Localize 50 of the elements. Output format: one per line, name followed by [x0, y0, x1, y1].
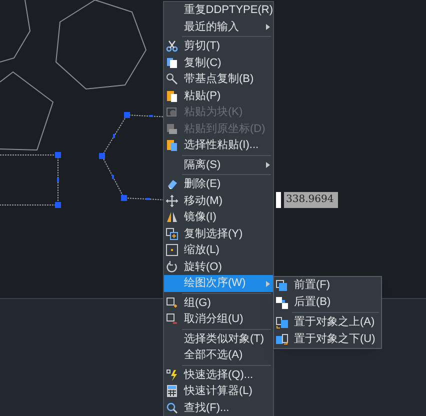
menu-item[interactable]: 删除(E) — [164, 176, 273, 192]
rotate-icon — [166, 260, 178, 273]
menu-item[interactable]: 后置(B) — [274, 294, 381, 311]
mirror-icon — [166, 211, 178, 224]
menu-item[interactable]: 带基点复制(B) — [164, 71, 273, 88]
copy-icon — [166, 56, 178, 69]
menu-item[interactable]: 快速计算器(L) — [164, 383, 273, 400]
menu-item[interactable]: 缩放(L) — [164, 242, 273, 258]
copy-selection-icon — [166, 228, 178, 240]
menu-item[interactable]: 粘贴(P) — [164, 88, 273, 104]
send-under-icon — [276, 334, 288, 346]
menu-item[interactable]: 置于对象之下(U) — [274, 331, 381, 348]
magnifier-icon — [166, 73, 178, 86]
menu-item[interactable]: 镜像(I) — [164, 209, 273, 226]
menu-item[interactable]: 复制(C) — [164, 54, 273, 71]
bring-to-front-icon — [276, 280, 288, 292]
menu-item[interactable]: 最近的输入 — [164, 18, 273, 35]
menu-item[interactable]: 快速选择(Q)... — [164, 366, 273, 383]
move-icon — [166, 194, 178, 207]
menu-item[interactable]: 查找(F)... — [164, 400, 273, 416]
menu-item[interactable]: 取消分组(U) — [164, 311, 273, 328]
ungroup-icon — [166, 313, 178, 326]
bring-above-icon — [276, 316, 288, 328]
menu-item[interactable]: 选择性粘贴(I)... — [164, 137, 273, 154]
dynamic-input-field[interactable]: 338.9694 — [284, 192, 338, 208]
menu-item[interactable]: 旋转(O) — [164, 258, 273, 275]
menu-item[interactable]: 组(G) — [164, 294, 273, 311]
search-icon — [166, 402, 178, 414]
polygon-outline — [0, 0, 31, 62]
scale-icon — [166, 244, 178, 256]
input-cursor-block — [276, 192, 281, 208]
menu-item[interactable]: 选择类似对象(T) — [164, 330, 273, 347]
menu-item[interactable]: 前置(F) — [274, 277, 381, 294]
eraser-icon — [166, 178, 178, 190]
menu-item[interactable]: 移动(M) — [164, 192, 273, 209]
group-icon — [166, 296, 178, 309]
send-to-back-icon — [276, 296, 288, 308]
menu-item[interactable]: 剪切(T) — [164, 38, 273, 54]
selected-rectangle — [0, 152, 61, 208]
menu-item[interactable]: 重复DDPTYPE(R) — [164, 2, 273, 18]
calculator-icon — [166, 385, 178, 398]
menu-item[interactable]: 复制选择(Y) — [164, 226, 273, 242]
menu-item[interactable]: 全部不选(A) — [164, 347, 273, 364]
menu-item[interactable]: 隔离(S) — [164, 156, 273, 173]
menu-item[interactable]: 置于对象之上(A) — [274, 314, 381, 331]
submenu-arrow-icon — [266, 24, 270, 30]
submenu-arrow-icon — [266, 162, 270, 168]
scissors-icon — [166, 40, 178, 52]
submenu-arrow-icon — [266, 280, 270, 286]
lightning-icon — [166, 368, 178, 381]
